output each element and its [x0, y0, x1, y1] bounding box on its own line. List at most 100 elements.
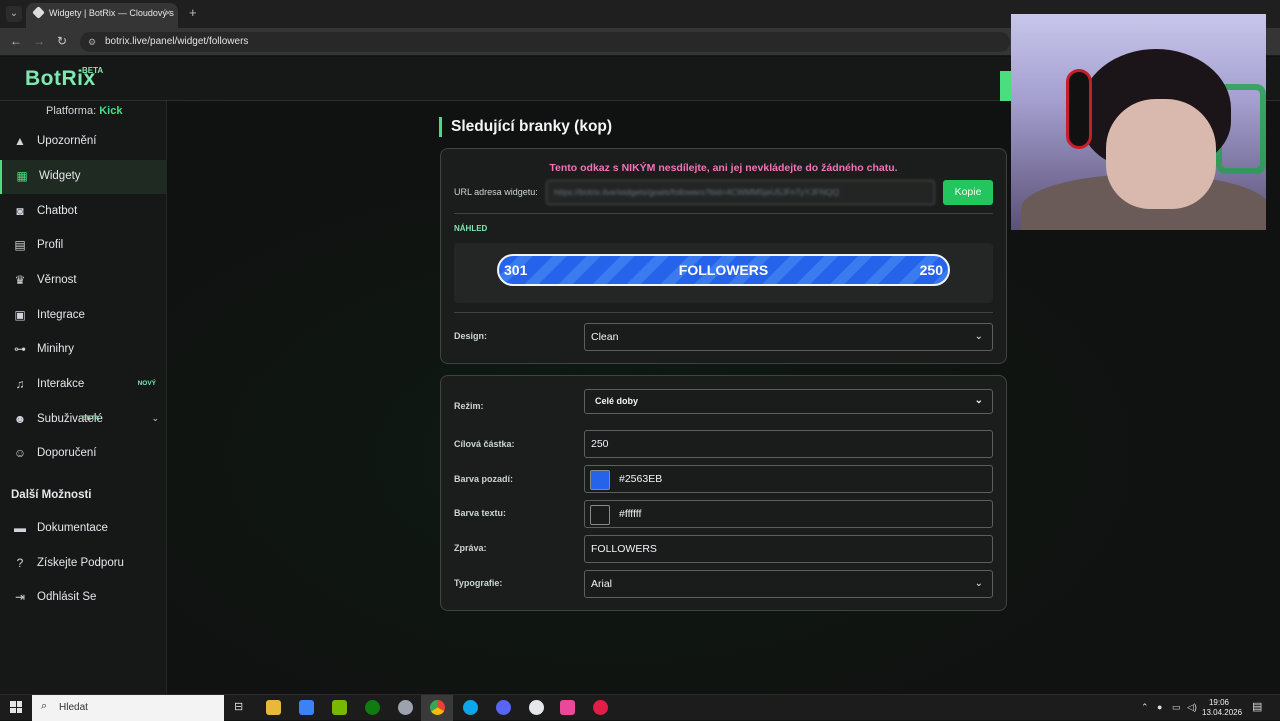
integration-icon: ▣ [14, 308, 26, 322]
goal-text: FOLLOWERS [678, 262, 769, 278]
microphone-icon[interactable]: ● [1157, 702, 1162, 712]
sidebar-item-chatbot[interactable]: ◙ Chatbot [0, 195, 166, 229]
mode-label: Režim: [454, 401, 484, 411]
message-input[interactable]: FOLLOWERS [584, 535, 993, 563]
background-color-swatch[interactable] [590, 470, 610, 490]
security-warning: Tento odkaz s NIKÝM nesdílejte, ani jej … [549, 162, 898, 174]
nvidia-icon[interactable] [332, 700, 347, 715]
search-icon: ⌕ [41, 700, 48, 712]
referral-icon: ☺ [13, 446, 27, 460]
new-tab-button[interactable]: + [189, 5, 197, 20]
tab-close-icon[interactable]: × [165, 8, 171, 19]
platform-value: Kick [99, 105, 123, 117]
gamepad-icon: ⊶ [14, 342, 26, 356]
headphones-icon [1066, 69, 1092, 149]
address-bar[interactable]: ⚙ botrix.live/panel/widget/followers [80, 32, 1010, 52]
taskbar: ⌕ Hledat ⊟ ⌃ ● ▭ ◁) 19:06 13.04.2026 ▤ [0, 694, 1280, 721]
webcam-overlay [1011, 14, 1266, 230]
document-icon: ▬ [14, 521, 26, 535]
site-info-icon[interactable]: ⚙ [88, 37, 96, 48]
text-color-input[interactable]: #ffffff [584, 500, 993, 528]
mode-value: Celé doby [595, 396, 639, 406]
sidebar-item-odhlasit[interactable]: ⇥ Odhlásit Se [0, 581, 166, 615]
chevron-down-icon[interactable]: ⌄ [151, 413, 159, 424]
obs-icon[interactable] [529, 700, 544, 715]
tab-title: Widgety | BotRix — Cloudový s [49, 8, 174, 18]
browser-tab[interactable]: Widgety | BotRix — Cloudový s × [26, 3, 178, 28]
sidebar-item-vernost[interactable]: ♛ Věrnost [0, 264, 166, 298]
sidebar-item-integrace[interactable]: ▣ Integrace [0, 299, 166, 333]
design-label: Design: [454, 331, 488, 341]
sidebar-item-label: Interakce [37, 378, 85, 390]
typography-value: Arial [591, 578, 613, 590]
chevron-down-icon: ⌄ [974, 578, 983, 589]
volume-icon[interactable]: ◁) [1187, 702, 1197, 713]
logout-icon: ⇥ [14, 590, 26, 604]
network-icon[interactable]: ▭ [1172, 702, 1181, 713]
sidebar-item-label: Widgety [39, 170, 81, 182]
sidebar-item-subuzivatele[interactable]: ☻ Subuživatelé BETA ⌄ [0, 403, 166, 437]
copy-button[interactable]: Kopie [943, 180, 993, 205]
background-color-input[interactable]: #2563EB [584, 465, 993, 493]
text-color-swatch[interactable] [590, 505, 610, 525]
sidebar-item-doporuceni[interactable]: ☺ Doporučení [0, 437, 166, 471]
windows-start-icon[interactable] [10, 701, 22, 713]
new-badge: NOVÝ [137, 380, 156, 387]
tab-search-icon[interactable]: ⌄ [6, 6, 22, 22]
sidebar-item-upozorneni[interactable]: ▲ Upozornění [0, 125, 166, 159]
divider [454, 312, 993, 313]
sidebar-item-label: Odhlásit Se [37, 591, 97, 603]
reload-icon[interactable]: ↻ [57, 34, 67, 48]
sidebar-item-dokumentace[interactable]: ▬ Dokumentace [0, 512, 166, 546]
sidebar-item-profil[interactable]: ▤ Profil [0, 229, 166, 263]
page-title: Sledující branky (kop) [439, 117, 612, 137]
sidebar-section-title: Další Možnosti [11, 489, 92, 501]
chevron-down-icon: ⌄ [974, 331, 983, 342]
platform-indicator: Platforma: Kick [46, 105, 122, 117]
taskbar-search[interactable]: ⌕ Hledat [32, 695, 224, 721]
mode-select[interactable]: Celé doby ⌄ [584, 389, 993, 414]
sidebar-item-label: Věrnost [37, 274, 77, 286]
sidebar-item-podpora[interactable]: ? Získejte Podporu [0, 547, 166, 581]
sidebar-item-label: Dokumentace [37, 522, 108, 534]
taskbar-clock[interactable]: 19:06 13.04.2026 [1202, 698, 1242, 718]
xbox-icon[interactable] [365, 700, 380, 715]
app-icon[interactable] [398, 700, 413, 715]
goal-target: 250 [919, 262, 943, 278]
text-color-value: #ffffff [619, 508, 642, 520]
music-note-icon: ♫ [15, 377, 25, 391]
typography-select[interactable]: Arial ⌄ [584, 570, 993, 598]
sidebar-item-label: Minihry [37, 343, 75, 355]
task-view-icon[interactable]: ⊟ [234, 700, 243, 713]
back-arrow-icon[interactable]: ← [10, 34, 22, 48]
platform-label: Platforma: [46, 105, 97, 117]
target-amount-input[interactable]: 250 [584, 430, 993, 458]
chevron-down-icon: ⌄ [974, 395, 983, 406]
design-select[interactable]: Clean ⌄ [584, 323, 993, 351]
clock-time: 19:06 [1208, 698, 1230, 707]
url-label: URL adresa widgetu: [454, 187, 538, 197]
chrome-icon[interactable] [430, 700, 445, 715]
store-icon[interactable] [299, 700, 314, 715]
forward-arrow-icon[interactable]: → [33, 34, 45, 48]
widget-url-field[interactable]: https://botrix.live/widgets/goals/follow… [546, 180, 935, 205]
tiktok-icon[interactable] [560, 700, 575, 715]
profile-card-icon: ▤ [14, 238, 26, 252]
edge-icon[interactable] [463, 700, 478, 715]
sidebar-item-interakce[interactable]: ♫ Interakce NOVÝ [0, 368, 166, 402]
trophy-icon: ♛ [14, 273, 26, 287]
warning-icon: ▲ [14, 134, 26, 148]
discord-icon[interactable] [496, 700, 511, 715]
sidebar-item-label: Integrace [37, 309, 85, 321]
sidebar-item-minihry[interactable]: ⊶ Minihry [0, 333, 166, 367]
notifications-icon[interactable]: ▤ [1252, 700, 1262, 713]
logo-beta-badge: BETA [82, 66, 104, 75]
file-explorer-icon[interactable] [266, 700, 281, 715]
tray-chevron-up-icon[interactable]: ⌃ [1141, 702, 1149, 713]
sidebar-item-label: Chatbot [37, 205, 78, 217]
sidebar-item-widgety[interactable]: ▦ Widgety [0, 160, 166, 194]
beta-badge: BETA [82, 415, 100, 422]
sidebar-item-label: Upozornění [37, 135, 97, 147]
media-player-icon[interactable] [593, 700, 608, 715]
sidebar-item-label: Profil [37, 239, 64, 251]
